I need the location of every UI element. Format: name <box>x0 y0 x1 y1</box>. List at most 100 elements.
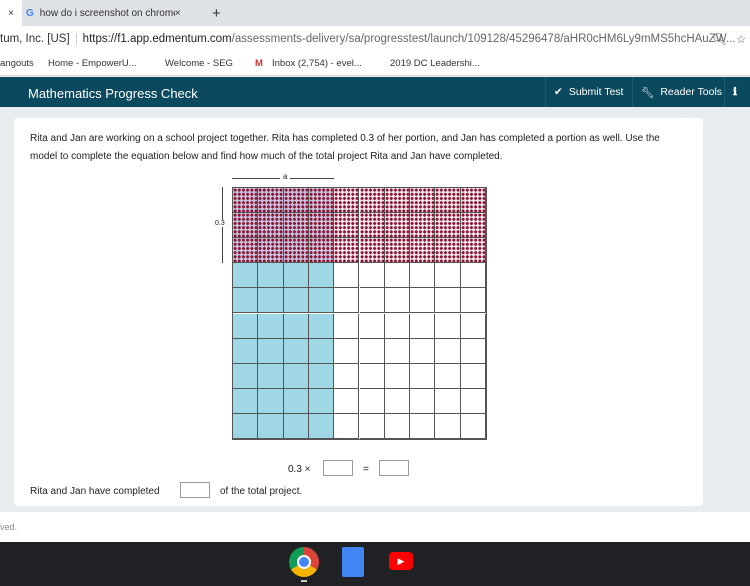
address-bar[interactable]: tum, Inc. [US] https://f1.app.edmentum.c… <box>0 26 750 52</box>
grid-cell <box>410 213 436 239</box>
tab-google[interactable]: G how do i screenshot on chromeb × <box>26 0 200 26</box>
answer-suffix: of the total project. <box>220 486 303 497</box>
grid-cell <box>460 313 486 339</box>
grid-cell <box>308 313 335 339</box>
grid-cell <box>460 388 486 414</box>
grid-cell <box>233 388 259 414</box>
grid-cell <box>359 238 385 264</box>
reader-tools-button[interactable]: 🔧︎ Reader Tools <box>632 77 730 107</box>
active-indicator <box>301 580 307 582</box>
grid-cell <box>410 338 436 364</box>
grid-cell <box>410 363 436 389</box>
tab-close-button[interactable]: × <box>0 0 22 26</box>
grid-cell <box>384 188 411 214</box>
grid-cell <box>410 388 436 414</box>
equation-input-2[interactable] <box>379 460 409 476</box>
grid-cell <box>258 188 284 214</box>
answer-input[interactable] <box>180 482 210 498</box>
grid-cell <box>283 213 309 239</box>
grid-cell <box>308 263 335 289</box>
docs-icon[interactable] <box>342 547 364 577</box>
grid-cell <box>334 188 360 214</box>
grid-cell <box>334 388 360 414</box>
grid-cell <box>258 238 284 264</box>
grid-cell <box>359 213 385 239</box>
bookmark[interactable]: Home - EmpowerU... <box>48 58 137 69</box>
bookmark[interactable]: angouts <box>0 58 34 69</box>
chrome-icon[interactable] <box>289 547 319 577</box>
grid-cell <box>283 188 309 214</box>
grid-cell <box>460 263 486 289</box>
grid-cell <box>233 288 259 314</box>
tab-strip: × G how do i screenshot on chromeb × + <box>0 0 750 26</box>
bookmark[interactable]: Welcome - SEG <box>165 58 233 69</box>
grid-cell <box>233 413 259 439</box>
grid-cell <box>460 413 486 439</box>
grid-cell <box>384 413 411 439</box>
question-text: Rita and Jan are working on a school pro… <box>30 133 660 162</box>
grid-cell <box>308 288 335 314</box>
check-circle-icon: ✔ <box>554 86 563 98</box>
grid-cell <box>384 288 411 314</box>
grid-cell <box>334 263 360 289</box>
info-icon: ℹ <box>733 86 737 98</box>
grid-cell <box>308 213 335 239</box>
new-tab-button[interactable]: + <box>212 0 221 26</box>
grid-cell <box>359 288 385 314</box>
grid-cell <box>435 263 461 289</box>
bookmark[interactable]: Inbox (2,754) - evel... <box>272 58 362 69</box>
grid-cell <box>233 263 259 289</box>
grid-cell <box>359 263 385 289</box>
grid-cell <box>410 263 436 289</box>
status-bar: ved. <box>0 512 750 542</box>
grid-cell <box>258 288 284 314</box>
grid-cell <box>384 263 411 289</box>
grid-cell <box>410 188 436 214</box>
equation-input-1[interactable] <box>323 460 353 476</box>
grid-cell <box>258 388 284 414</box>
submit-test-button[interactable]: ✔ Submit Test <box>545 77 631 107</box>
grid-cell <box>334 213 360 239</box>
grid-cell <box>384 313 411 339</box>
grid-cell <box>283 388 309 414</box>
grid-cell <box>384 213 411 239</box>
grid-cell <box>410 413 436 439</box>
grid-cell <box>359 338 385 364</box>
grid-cell <box>258 213 284 239</box>
grid-cell <box>435 413 461 439</box>
grid-cell <box>308 413 335 439</box>
grid-cell <box>435 363 461 389</box>
bookmark[interactable]: 2019 DC Leadershi... <box>390 58 480 69</box>
grid-cell <box>460 363 486 389</box>
grid-cell <box>435 313 461 339</box>
grid-cell <box>410 288 436 314</box>
label-0-3: 0.3 <box>215 220 225 227</box>
star-icon[interactable]: ☆ <box>736 32 746 46</box>
grid-cell <box>258 313 284 339</box>
grid-cell <box>283 413 309 439</box>
grid-cell <box>233 363 259 389</box>
close-icon[interactable]: × <box>175 8 181 19</box>
grid-cell <box>283 288 309 314</box>
grid-cell <box>283 313 309 339</box>
grid-cell <box>334 363 360 389</box>
grid-cell <box>258 413 284 439</box>
grid-cell <box>460 338 486 364</box>
grid-cell <box>283 363 309 389</box>
page-title: Mathematics Progress Check <box>28 86 198 101</box>
grid-cell <box>435 338 461 364</box>
grid-cell <box>359 388 385 414</box>
grid-cell <box>359 188 385 214</box>
grid-cell <box>460 238 486 264</box>
info-button[interactable]: ℹ <box>724 77 745 107</box>
youtube-icon[interactable]: ▶ <box>389 552 413 570</box>
grid-cell <box>460 188 486 214</box>
grid-cell <box>233 188 259 214</box>
bookmarks-bar: angouts Home - EmpowerU... Welcome - SEG… <box>0 52 750 76</box>
zoom-icon[interactable]: 🔍︎ <box>712 32 727 46</box>
question-card: Rita and Jan are working on a school pro… <box>14 118 703 506</box>
grid-cell <box>410 238 436 264</box>
grid-cell <box>384 238 411 264</box>
grid-cell <box>308 238 335 264</box>
label-a: a <box>280 172 291 181</box>
